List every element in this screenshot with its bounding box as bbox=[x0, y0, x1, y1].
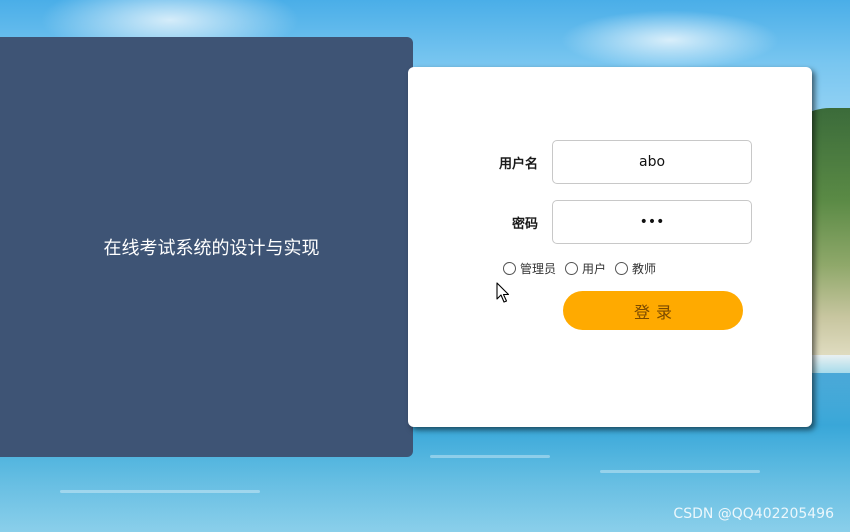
teacher-radio[interactable] bbox=[615, 262, 629, 275]
role-selector: 管理员 用户 教师 bbox=[503, 260, 665, 277]
password-row: 密码 bbox=[488, 200, 752, 244]
role-option-teacher[interactable]: 教师 bbox=[615, 260, 656, 277]
role-label-teacher: 教师 bbox=[632, 262, 657, 276]
system-title: 在线考试系统的设计与实现 bbox=[103, 238, 320, 259]
username-input[interactable] bbox=[552, 140, 752, 184]
admin-radio[interactable] bbox=[503, 262, 516, 275]
password-label: 密码 bbox=[511, 216, 538, 232]
login-card: 用户名 密码 管理员 用户 教师 登录 bbox=[408, 67, 812, 427]
background-wave bbox=[430, 455, 550, 458]
password-input[interactable] bbox=[552, 200, 752, 244]
role-label-admin: 管理员 bbox=[520, 262, 557, 276]
role-label-user: 用户 bbox=[582, 262, 607, 276]
role-option-admin[interactable]: 管理员 bbox=[503, 260, 556, 277]
login-button[interactable]: 登录 bbox=[563, 291, 743, 330]
background-cloud bbox=[560, 10, 780, 70]
role-option-user[interactable]: 用户 bbox=[565, 260, 606, 277]
username-label: 用户名 bbox=[498, 156, 538, 172]
watermark: CSDN @QQ402205496 bbox=[673, 506, 834, 522]
background-wave bbox=[60, 490, 260, 493]
banner-panel: 在线考试系统的设计与实现 bbox=[0, 37, 413, 457]
username-row: 用户名 bbox=[488, 140, 752, 184]
background-wave bbox=[600, 470, 760, 473]
user-radio[interactable] bbox=[565, 262, 579, 275]
mouse-cursor-icon bbox=[496, 282, 510, 303]
